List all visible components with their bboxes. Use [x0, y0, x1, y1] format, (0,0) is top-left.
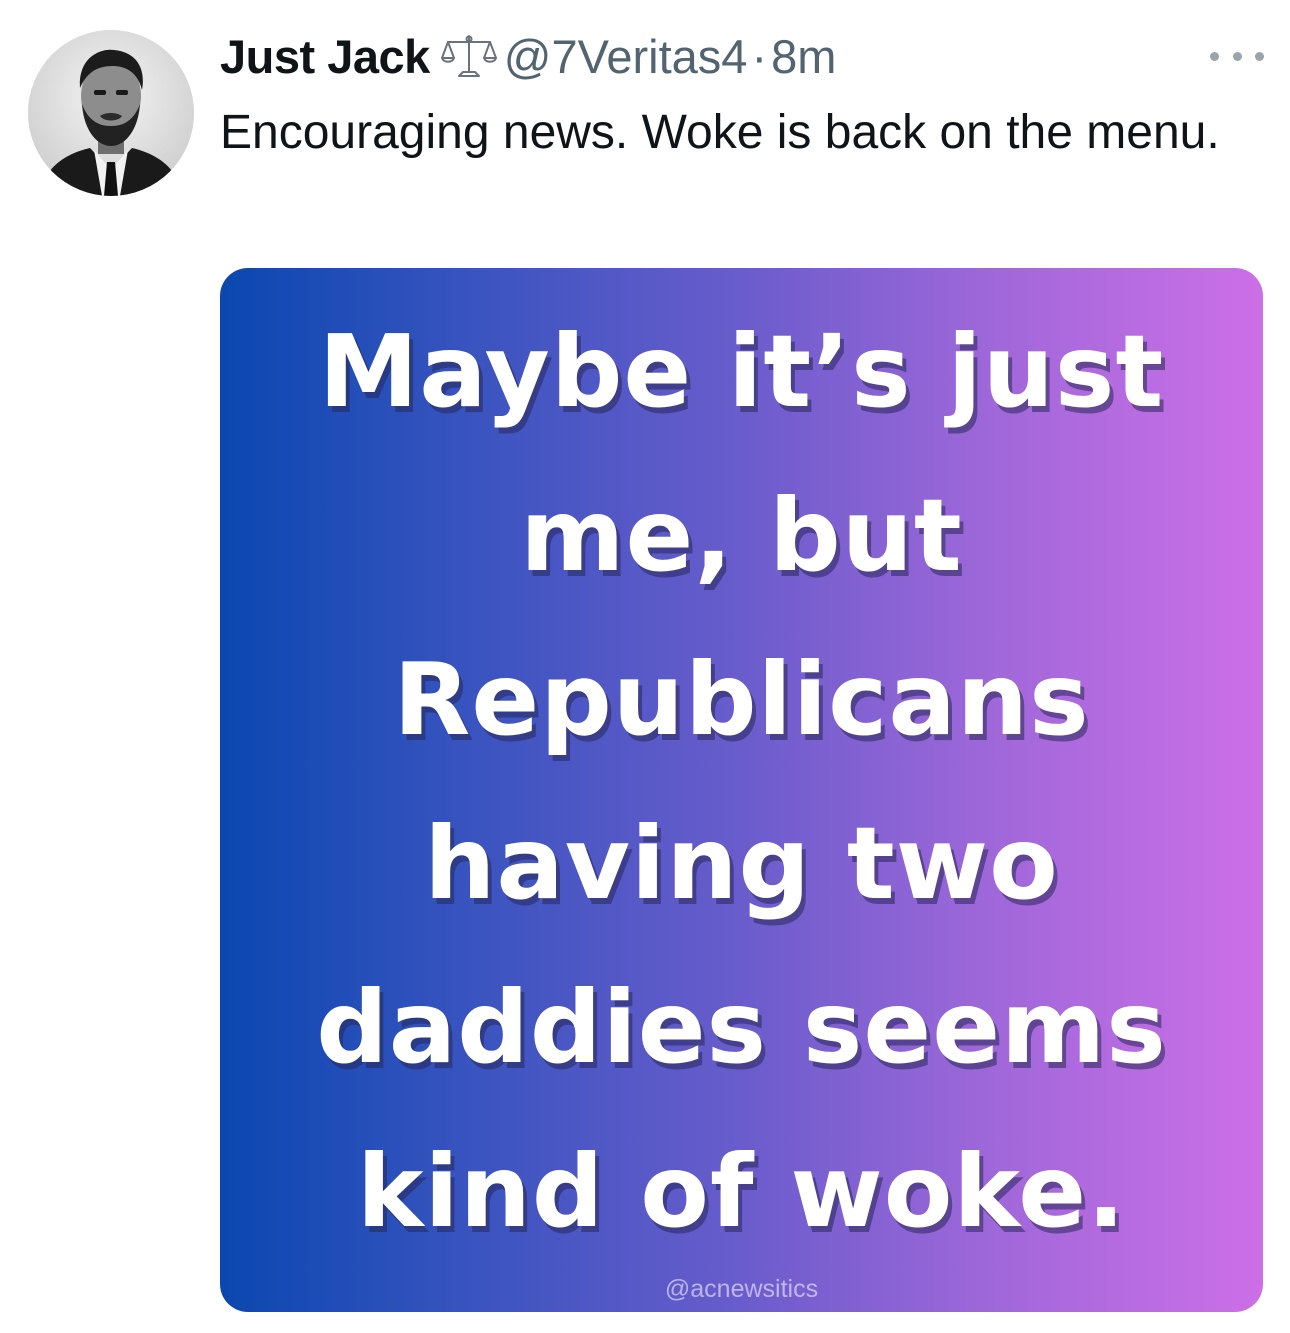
post-header: Just Jack @7Veritas4 · 8m — [220, 26, 836, 86]
timestamp[interactable]: 8m — [771, 29, 836, 84]
user-handle[interactable]: @7Veritas4 — [504, 29, 748, 84]
scales-of-justice-icon — [440, 32, 498, 80]
meme-line: me, but — [520, 477, 963, 594]
avatar[interactable] — [28, 30, 194, 196]
more-horizontal-icon-dot — [1232, 51, 1242, 61]
meme-line: kind of woke. — [356, 1133, 1127, 1250]
display-name[interactable]: Just Jack — [220, 29, 430, 84]
more-horizontal-icon-dot — [1255, 51, 1264, 61]
meme-line: daddies seems — [316, 969, 1167, 1086]
media-image[interactable]: Maybe it’s just me, but Republicans havi… — [220, 268, 1263, 1312]
meme-text: Maybe it’s just me, but Republicans havi… — [220, 290, 1263, 1274]
separator-dot: · — [751, 29, 768, 83]
more-options-button[interactable] — [1210, 42, 1264, 70]
tweet[interactable]: Just Jack @7Veritas4 · 8m Encouraging ne… — [0, 0, 1290, 1333]
avatar-portrait — [28, 30, 194, 196]
meme-line: having two — [424, 805, 1059, 922]
meme-line: Republicans — [393, 641, 1090, 758]
meme-line: Maybe it’s just — [318, 313, 1165, 430]
tweet-text: Encouraging news. Woke is back on the me… — [220, 106, 1220, 159]
more-horizontal-icon — [1210, 51, 1219, 61]
watermark: @acnewsitics — [664, 1275, 819, 1303]
